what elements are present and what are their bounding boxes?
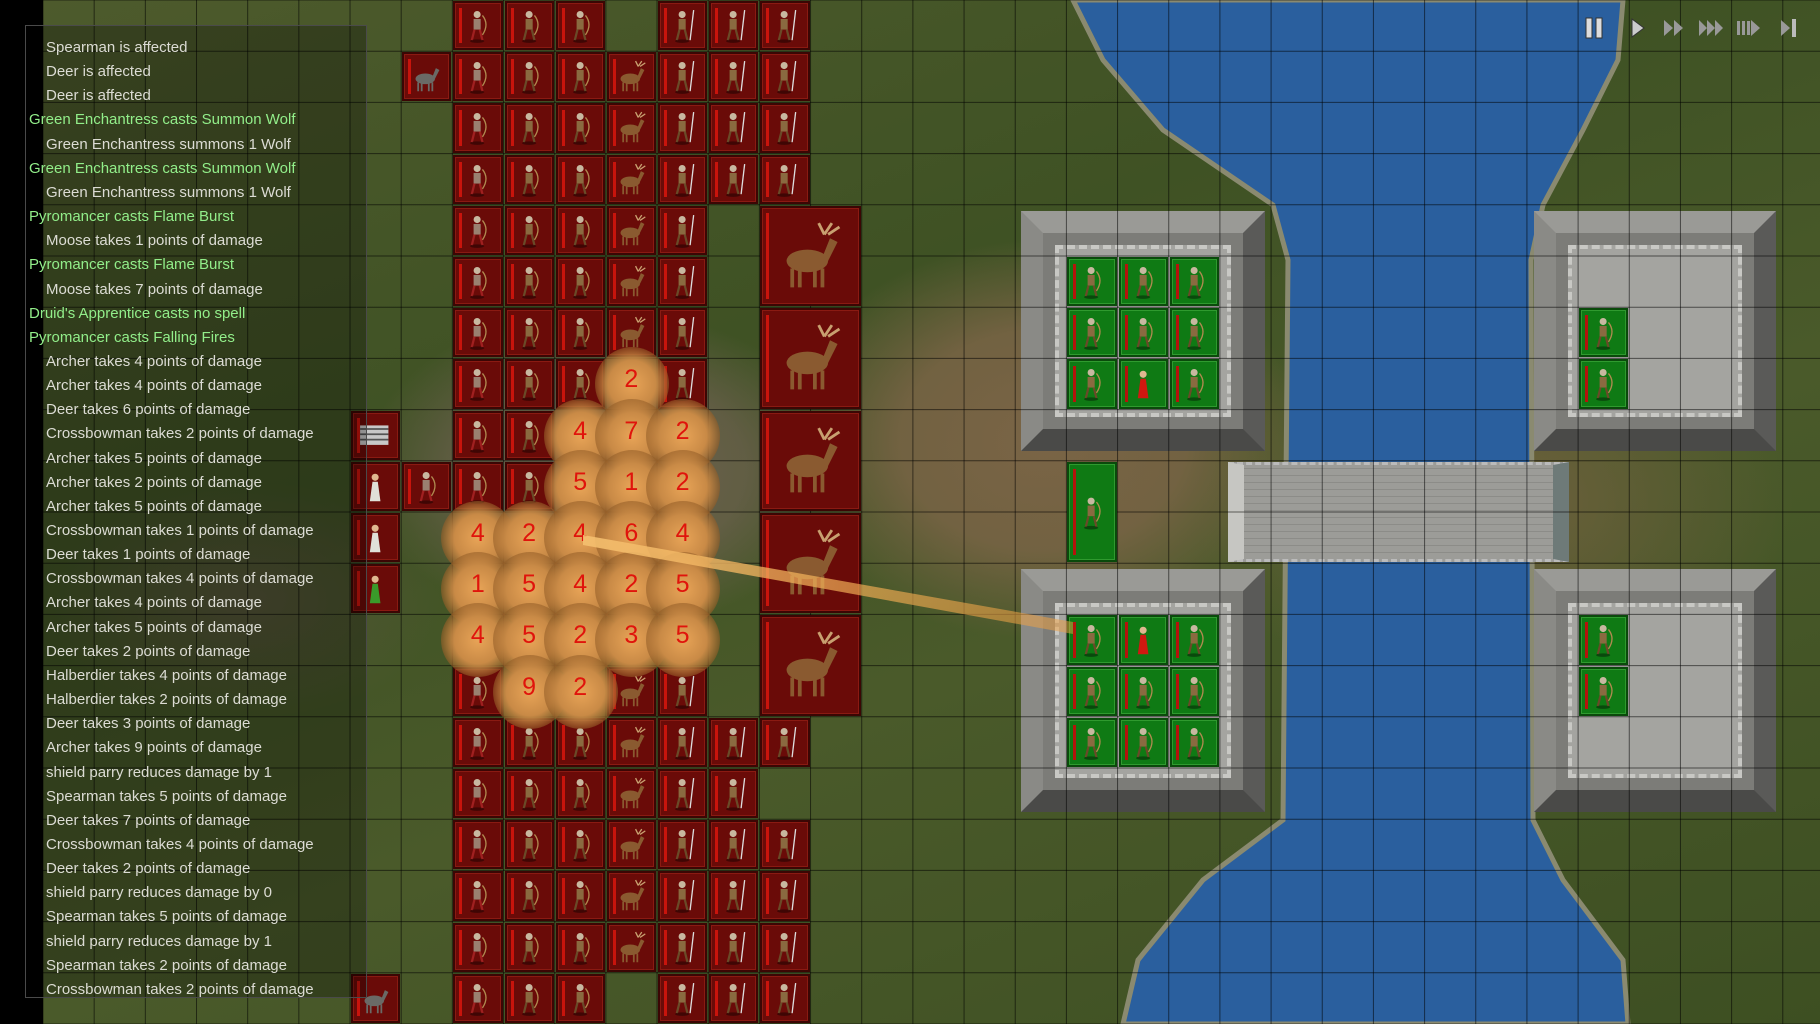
log-spell-entry: Pyromancer casts Flame Burst (29, 208, 235, 226)
step-button[interactable] (1780, 14, 1806, 42)
speed-controls (1584, 14, 1814, 42)
log-entry: Deer takes 2 points of damage (46, 642, 251, 660)
log-spell-entry: Pyromancer casts Falling Fires (29, 328, 235, 346)
log-entry: Crossbowman takes 4 points of damage (46, 570, 314, 588)
pause-button[interactable] (1584, 14, 1610, 42)
log-entry: Deer is affected (46, 87, 151, 105)
log-entry: Deer takes 1 points of damage (46, 546, 251, 564)
log-spell-entry: Green Enchantress casts Summon Wolf (29, 159, 296, 177)
log-entry: Archer takes 4 points of damage (46, 377, 262, 395)
log-entry: shield parry reduces damage by 1 (46, 763, 272, 781)
log-entry: Deer is affected (46, 63, 151, 81)
log-entry: Deer takes 7 points of damage (46, 811, 251, 829)
log-entry: shield parry reduces damage by 0 (46, 884, 272, 902)
log-entry: Spearman takes 2 points of damage (46, 956, 287, 974)
log-entry: Deer takes 3 points of damage (46, 715, 251, 733)
log-entry: Archer takes 5 points of damage (46, 449, 262, 467)
fast-forward-icon (1664, 20, 1683, 36)
log-entry: Archer takes 4 points of damage (46, 594, 262, 612)
log-entry: Spearman is affected (46, 39, 188, 56)
log-entry: Archer takes 2 points of damage (46, 473, 262, 491)
log-entry: Crossbowman takes 2 points of damage (46, 980, 314, 998)
pause-icon (1585, 17, 1603, 39)
log-spell-entry: Pyromancer casts Flame Burst (29, 256, 235, 274)
log-spell-entry: Green Enchantress casts Summon Wolf (29, 111, 296, 129)
log-spell-entry: Druid's Apprentice casts no spell (29, 304, 246, 322)
log-entry: Crossbowman takes 4 points of damage (46, 835, 314, 853)
log-entry: Crossbowman takes 2 points of damage (46, 425, 314, 443)
faster-forward-icon (1699, 20, 1723, 36)
log-entry: Archer takes 5 points of damage (46, 618, 262, 636)
log-entry: Archer takes 4 points of damage (46, 352, 262, 370)
play-icon (1631, 18, 1645, 38)
log-entry: Spearman takes 5 points of damage (46, 908, 287, 926)
log-entry: Deer takes 6 points of damage (46, 401, 251, 419)
log-entry: shield parry reduces damage by 1 (46, 932, 272, 950)
log-entry: Moose takes 7 points of damage (46, 280, 263, 298)
log-entry: Archer takes 9 points of damage (46, 739, 262, 757)
faster-button[interactable] (1698, 14, 1724, 42)
log-entry: Deer takes 2 points of damage (46, 860, 251, 878)
log-entry: Archer takes 5 points of damage (46, 497, 262, 515)
log-entry: Crossbowman takes 1 points of damage (46, 522, 314, 539)
log-entry: Spearman takes 5 points of damage (46, 787, 287, 805)
play-button[interactable] (1628, 14, 1654, 42)
log-entry: Moose takes 1 points of damage (46, 232, 263, 250)
log-entry: Halberdier takes 2 points of damage (46, 691, 287, 709)
fastest-button[interactable] (1736, 14, 1762, 42)
fast-button[interactable] (1662, 14, 1688, 42)
step-forward-icon (1781, 19, 1796, 37)
combat-log[interactable]: Spearman is affected Deer is affected Deer… (25, 25, 367, 998)
log-entry: Green Enchantress summons 1 Wolf (46, 135, 291, 153)
fastest-forward-icon (1737, 20, 1760, 36)
log-entry: Halberdier takes 4 points of damage (46, 666, 287, 684)
log-entry: Green Enchantress summons 1 Wolf (46, 183, 291, 201)
